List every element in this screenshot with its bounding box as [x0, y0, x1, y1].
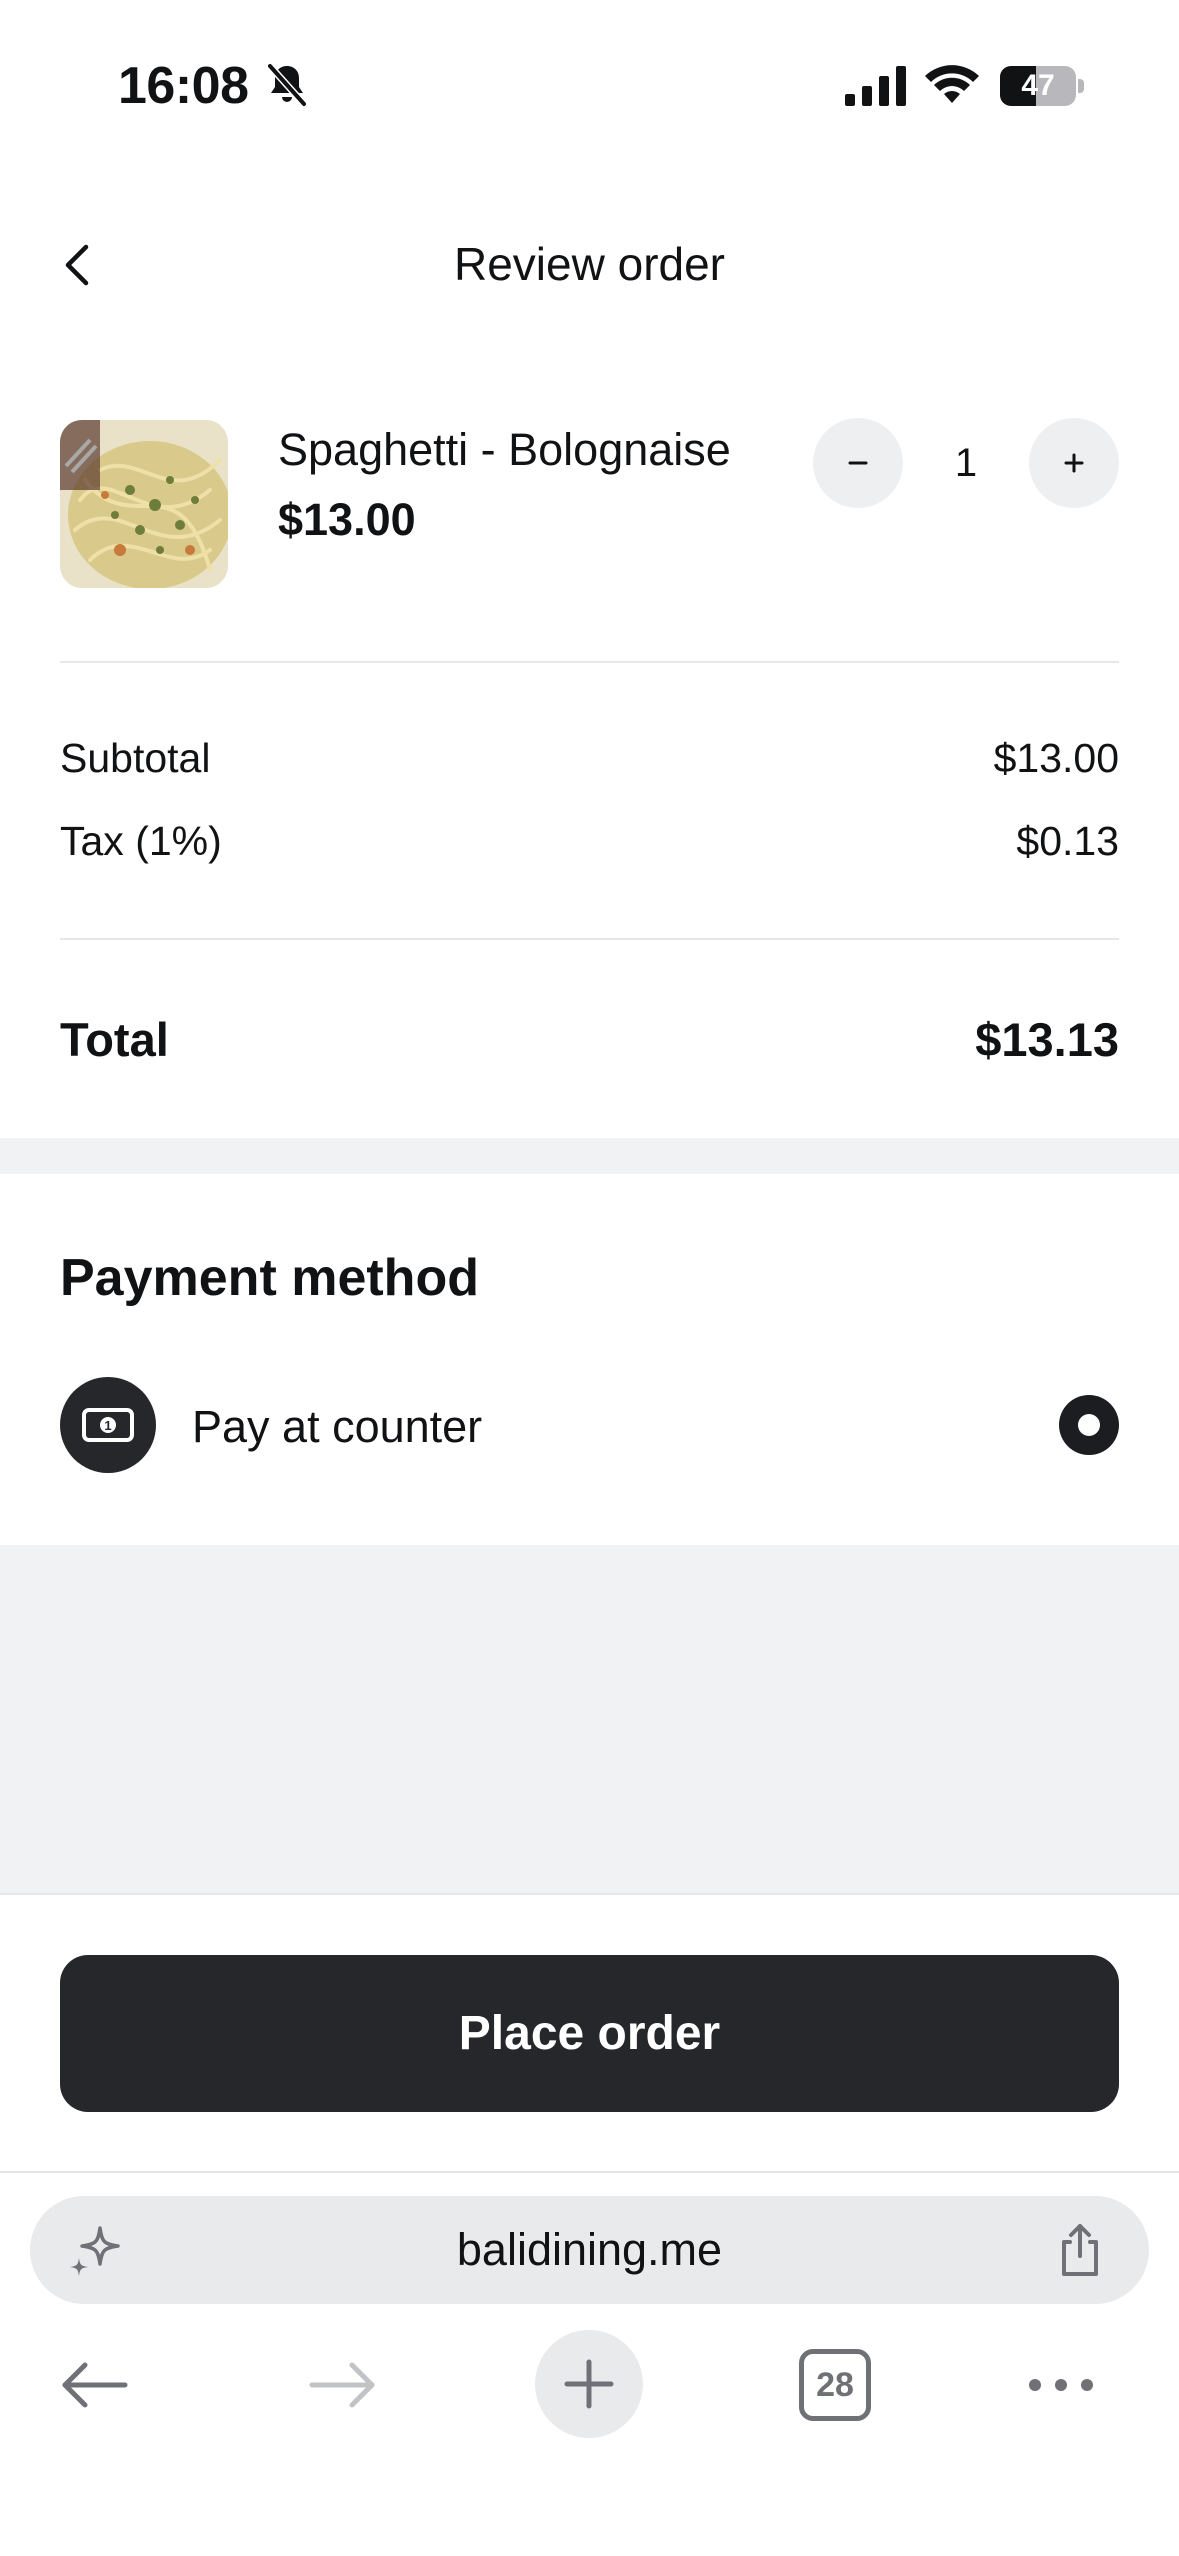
payment-option-pay-at-counter[interactable]: 1 Pay at counter: [60, 1377, 1119, 1473]
tax-label: Tax (1%): [60, 818, 222, 864]
url-bar[interactable]: balidining.me: [30, 2196, 1149, 2304]
more-dots-icon: [1029, 2379, 1093, 2391]
arrow-left-icon: [62, 2362, 128, 2408]
more-menu-button[interactable]: [1006, 2330, 1116, 2440]
total-label: Total: [60, 1013, 169, 1066]
quantity-value: 1: [954, 441, 978, 485]
cellular-signal-icon: [845, 66, 906, 106]
place-order-button[interactable]: Place order: [60, 1955, 1119, 2112]
payment-option-radio[interactable]: [1059, 1395, 1119, 1455]
increase-quantity-button[interactable]: [1029, 418, 1119, 508]
cash-icon: 1: [82, 1408, 134, 1442]
payment-option-icon: 1: [60, 1377, 156, 1473]
payment-method-title: Payment method: [60, 1249, 479, 1307]
svg-text:1: 1: [104, 1418, 111, 1433]
browser-border: [0, 2171, 1179, 2173]
subtotal-label: Subtotal: [60, 735, 211, 781]
item-name: Spaghetti - Bolognaise: [278, 424, 731, 475]
tabs-button[interactable]: 28: [780, 2330, 890, 2440]
total-value: $13.13: [975, 1013, 1119, 1066]
status-bar: 16:08 47: [0, 0, 1179, 175]
url-text: balidining.me: [456, 2224, 723, 2275]
cart-item: Spaghetti - Bolognaise $13.00 1: [60, 418, 1119, 588]
decrease-quantity-button[interactable]: [813, 418, 903, 508]
header: Review order: [0, 175, 1179, 355]
plus-icon: [1064, 453, 1084, 473]
battery-indicator: 47: [1000, 66, 1084, 106]
browser-back-button[interactable]: [40, 2330, 150, 2440]
wifi-icon: [925, 65, 979, 103]
payment-option-label: Pay at counter: [192, 1401, 483, 1452]
empty-area: [0, 1545, 1179, 1893]
arrow-right-icon: [309, 2362, 375, 2408]
status-time: 16:08: [118, 57, 249, 115]
battery-level: 47: [1021, 69, 1055, 102]
browser-nav-bar: 28: [0, 2330, 1179, 2450]
new-tab-button[interactable]: [535, 2330, 643, 2438]
minus-icon: [848, 461, 868, 465]
browser-forward-button[interactable]: [287, 2330, 397, 2440]
page-title: Review order: [454, 238, 725, 290]
divider: [60, 938, 1119, 940]
tax-value: $0.13: [1016, 818, 1119, 864]
item-price: $13.00: [278, 494, 416, 545]
bell-off-icon: [266, 62, 308, 108]
footer-border: [0, 1893, 1179, 1895]
tab-count: 28: [799, 2349, 871, 2421]
plus-icon: [564, 2359, 614, 2409]
section-separator: [0, 1138, 1179, 1174]
share-icon[interactable]: [1050, 2220, 1110, 2280]
divider: [60, 661, 1119, 663]
subtotal-value: $13.00: [993, 735, 1119, 781]
food-thumbnail: [60, 420, 228, 588]
